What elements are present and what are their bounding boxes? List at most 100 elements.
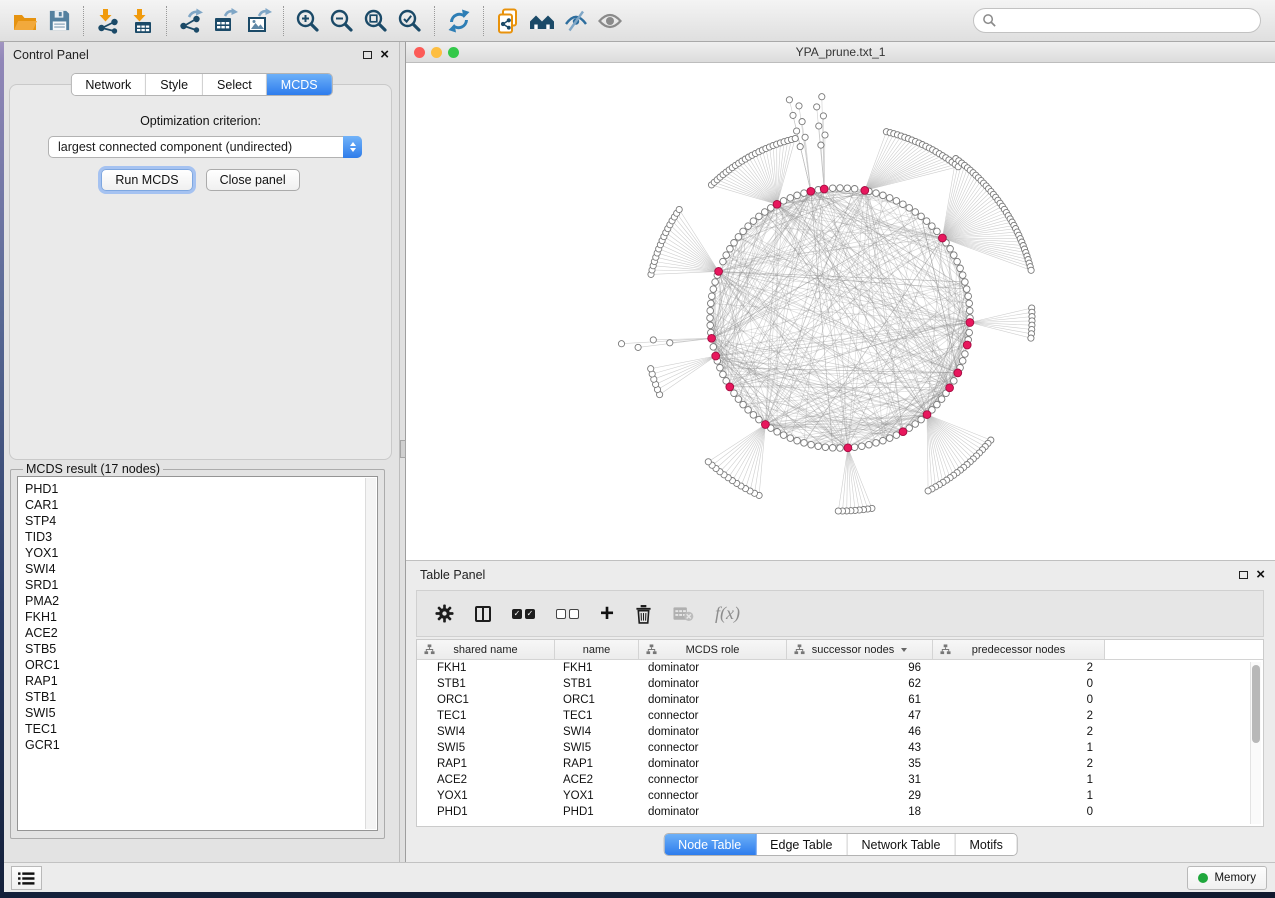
network-node[interactable]: [648, 366, 654, 372]
import-table-button[interactable]: [125, 4, 159, 38]
network-hub-node[interactable]: [715, 268, 723, 276]
network-node[interactable]: [929, 223, 936, 230]
mcds-result-item[interactable]: STP4: [25, 513, 377, 529]
table-row[interactable]: PHD1PHD1dominator180: [417, 804, 1263, 820]
network-node[interactable]: [710, 344, 717, 351]
table-row[interactable]: ACE2ACE2connector311: [417, 772, 1263, 788]
network-hub-node[interactable]: [820, 185, 828, 193]
network-node[interactable]: [851, 186, 858, 193]
import-network-button[interactable]: [91, 4, 125, 38]
network-hub-node[interactable]: [899, 428, 907, 436]
network-hub-node[interactable]: [923, 411, 931, 419]
table-row[interactable]: FKH1FKH1dominator962: [417, 660, 1263, 676]
network-node[interactable]: [707, 315, 714, 322]
network-node[interactable]: [934, 228, 941, 235]
column-header-predecessor-nodes[interactable]: predecessor nodes: [933, 640, 1105, 659]
maximize-window-light[interactable]: [448, 47, 459, 58]
network-node[interactable]: [650, 337, 656, 343]
network-node[interactable]: [837, 185, 844, 192]
network-hub-node[interactable]: [844, 444, 852, 452]
network-node[interactable]: [951, 378, 958, 385]
network-node[interactable]: [667, 340, 673, 346]
network-node[interactable]: [735, 234, 742, 241]
network-node[interactable]: [835, 508, 841, 514]
network-node[interactable]: [965, 293, 972, 300]
network-node[interactable]: [796, 103, 802, 109]
close-panel-icon[interactable]: ×: [380, 50, 389, 60]
mcds-result-item[interactable]: YOX1: [25, 545, 377, 561]
network-node[interactable]: [966, 300, 973, 307]
network-node[interactable]: [708, 300, 715, 307]
network-node[interactable]: [873, 440, 880, 447]
tab-node-table[interactable]: Node Table: [664, 834, 756, 855]
network-node[interactable]: [786, 97, 792, 103]
tab-select[interactable]: Select: [203, 74, 267, 95]
mcds-result-item[interactable]: FKH1: [25, 609, 377, 625]
home-button[interactable]: [525, 4, 559, 38]
network-node[interactable]: [756, 416, 763, 423]
zoom-out-button[interactable]: [325, 4, 359, 38]
close-window-light[interactable]: [414, 47, 425, 58]
tab-network[interactable]: Network: [71, 74, 146, 95]
network-node[interactable]: [886, 195, 893, 202]
network-node[interactable]: [720, 371, 727, 378]
network-node[interactable]: [727, 246, 734, 253]
network-node[interactable]: [900, 201, 907, 208]
float-panel-icon[interactable]: [363, 51, 372, 59]
network-node[interactable]: [801, 440, 808, 447]
mcds-result-item[interactable]: PMA2: [25, 593, 377, 609]
network-node[interactable]: [954, 258, 961, 265]
network-node[interactable]: [962, 351, 969, 358]
network-node[interactable]: [797, 144, 803, 150]
network-node[interactable]: [750, 218, 757, 225]
hide-graphics-details-button[interactable]: [559, 4, 593, 38]
network-node[interactable]: [859, 443, 866, 450]
mcds-result-item[interactable]: RAP1: [25, 673, 377, 689]
network-node[interactable]: [959, 272, 966, 279]
network-node[interactable]: [780, 198, 787, 205]
zoom-fit-button[interactable]: [359, 4, 393, 38]
network-node[interactable]: [710, 286, 717, 293]
network-node[interactable]: [635, 344, 641, 350]
tab-network-table[interactable]: Network Table: [848, 834, 956, 855]
close-table-panel-icon[interactable]: ×: [1256, 570, 1265, 580]
network-node[interactable]: [676, 206, 682, 212]
network-node[interactable]: [844, 185, 851, 192]
save-session-button[interactable]: [42, 4, 76, 38]
network-canvas[interactable]: [406, 63, 1275, 560]
table-row[interactable]: SWI4SWI4dominator462: [417, 724, 1263, 740]
network-node[interactable]: [1028, 335, 1034, 341]
network-node[interactable]: [816, 123, 822, 129]
network-node[interactable]: [794, 128, 800, 134]
add-row-button[interactable]: +: [600, 604, 614, 624]
network-node[interactable]: [618, 341, 624, 347]
network-node[interactable]: [712, 279, 719, 286]
network-node[interactable]: [707, 322, 714, 329]
network-hub-node[interactable]: [939, 234, 947, 242]
network-node[interactable]: [959, 358, 966, 365]
network-hub-node[interactable]: [963, 341, 971, 349]
network-node[interactable]: [790, 112, 796, 118]
network-node[interactable]: [938, 396, 945, 403]
minimize-window-light[interactable]: [431, 47, 442, 58]
memory-button[interactable]: Memory: [1187, 866, 1267, 890]
show-hide-columns-button[interactable]: [475, 606, 491, 622]
table-settings-button[interactable]: [435, 604, 454, 623]
tab-motifs[interactable]: Motifs: [955, 834, 1016, 855]
table-row[interactable]: SWI5SWI5connector431: [417, 740, 1263, 756]
network-node[interactable]: [787, 435, 794, 442]
mcds-result-item[interactable]: STB1: [25, 689, 377, 705]
mcds-list-scrollbar[interactable]: [365, 478, 376, 829]
show-graphics-details-button[interactable]: [593, 4, 627, 38]
column-header-successor-nodes[interactable]: successor nodes: [787, 640, 933, 659]
table-row[interactable]: TEC1TEC1connector472: [417, 708, 1263, 724]
network-node[interactable]: [829, 185, 836, 192]
network-node[interactable]: [893, 198, 900, 205]
mcds-result-item[interactable]: TEC1: [25, 721, 377, 737]
refresh-view-button[interactable]: [442, 4, 476, 38]
table-row[interactable]: RAP1RAP1dominator352: [417, 756, 1263, 772]
network-node[interactable]: [951, 252, 958, 259]
network-node[interactable]: [774, 429, 781, 436]
network-node[interactable]: [794, 437, 801, 444]
table-scrollbar-thumb[interactable]: [1252, 665, 1260, 743]
